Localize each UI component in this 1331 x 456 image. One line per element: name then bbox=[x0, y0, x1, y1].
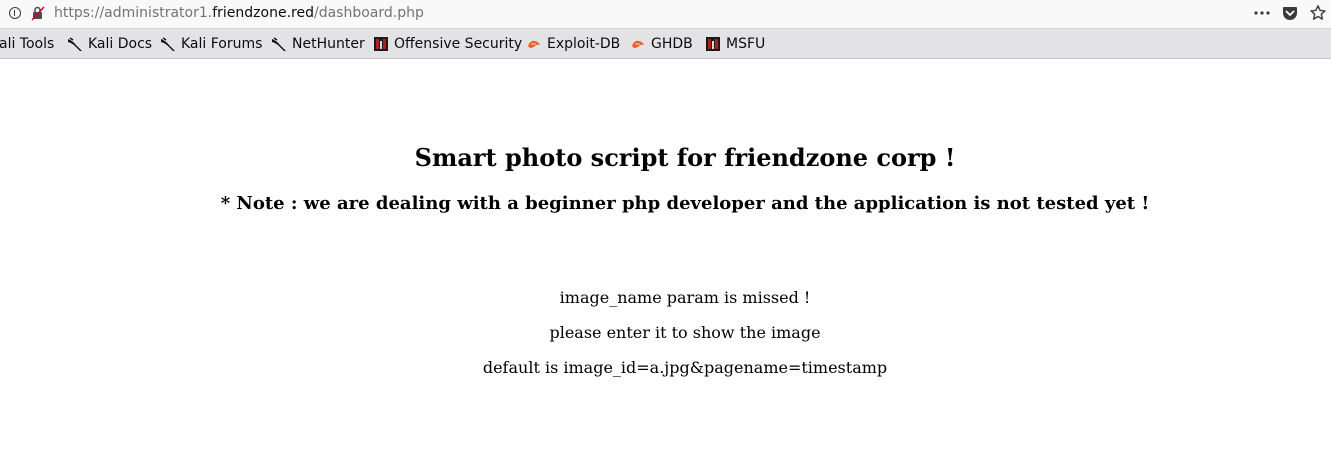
bookmark-kali-forums[interactable]: Kali Forums bbox=[160, 35, 262, 53]
bookmark-label: Kali Forums bbox=[181, 36, 263, 52]
exploitdb-icon bbox=[528, 40, 540, 48]
bookmarks-toolbar: ali Tools Kali Docs Kali Forums NetHunte… bbox=[0, 28, 1331, 59]
bookmark-kali-tools[interactable]: ali Tools bbox=[0, 35, 54, 53]
developer-note: * Note : we are dealing with a beginner … bbox=[220, 193, 1150, 214]
page-content: Smart photo script for friendzone corp !… bbox=[0, 59, 1331, 456]
offsec-icon bbox=[374, 37, 388, 51]
bookmark-offensive-security[interactable]: Offensive Security bbox=[373, 35, 522, 53]
insecure-lock-icon[interactable] bbox=[30, 5, 46, 21]
address-bar[interactable]: https://administrator1.friendzone.red/da… bbox=[0, 0, 1331, 28]
missing-param-message: image_name param is missed ! bbox=[559, 288, 811, 307]
page-actions-icon[interactable] bbox=[1253, 4, 1271, 22]
bookmark-label: GHDB bbox=[651, 36, 693, 52]
bookmark-ghdb[interactable]: GHDB bbox=[630, 35, 693, 53]
bookmark-label: Kali Docs bbox=[88, 36, 153, 52]
exploitdb-icon bbox=[632, 40, 644, 48]
kali-icon bbox=[272, 37, 286, 51]
kali-icon bbox=[68, 37, 82, 51]
browser-window: https://administrator1.friendzone.red/da… bbox=[0, 0, 1331, 456]
bookmark-exploit-db[interactable]: Exploit-DB bbox=[526, 35, 620, 53]
bookmark-label: ali Tools bbox=[0, 36, 55, 52]
bookmark-label: NetHunter bbox=[292, 36, 365, 52]
kali-icon bbox=[161, 37, 175, 51]
bookmark-star-icon[interactable] bbox=[1309, 4, 1327, 22]
url-prefix: https://administrator1. bbox=[54, 5, 213, 21]
site-info-icon[interactable] bbox=[9, 7, 21, 19]
bookmark-label: Offensive Security bbox=[394, 36, 523, 52]
instruction-message: please enter it to show the image bbox=[549, 323, 821, 342]
offsec-icon bbox=[706, 37, 720, 51]
page-title: Smart photo script for friendzone corp ! bbox=[414, 143, 956, 172]
default-param-message: default is image_id=a.jpg&pagename=times… bbox=[482, 358, 888, 377]
pocket-icon[interactable] bbox=[1282, 5, 1298, 21]
url-path: /dashboard.php bbox=[313, 5, 424, 21]
bookmark-nethunter[interactable]: NetHunter bbox=[271, 35, 365, 53]
bookmark-label: MSFU bbox=[726, 36, 766, 52]
bookmark-kali-docs[interactable]: Kali Docs bbox=[67, 35, 152, 53]
bookmark-label: Exploit-DB bbox=[547, 36, 621, 52]
url-host: friendzone.red bbox=[212, 5, 314, 21]
url-text[interactable]: https://administrator1.friendzone.red/da… bbox=[54, 5, 424, 21]
bookmark-msfu[interactable]: MSFU bbox=[705, 35, 765, 53]
